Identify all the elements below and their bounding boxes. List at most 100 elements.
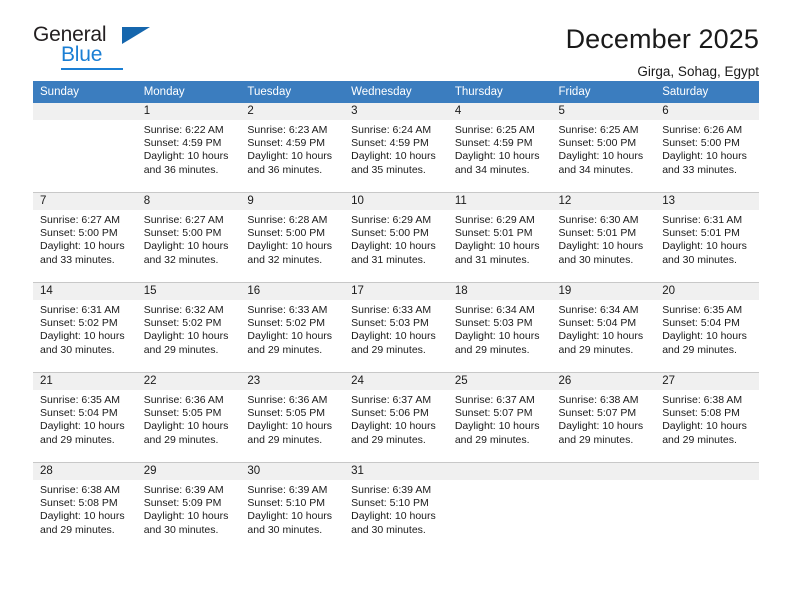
- day-number: 23: [240, 373, 345, 390]
- day-details: Sunrise: 6:23 AM Sunset: 4:59 PM Daylight:…: [240, 120, 344, 177]
- daylight-text: Daylight: 10 hours and 29 minutes.: [143, 420, 229, 446]
- daylight-text: Daylight: 10 hours and 29 minutes.: [454, 420, 540, 446]
- daylight-text: Daylight: 10 hours and 29 minutes.: [454, 330, 540, 356]
- day-cell-content: 21 Sunrise: 6:35 AM Sunset: 5:04 PM Dayligh…: [33, 373, 137, 462]
- calendar-day-cell[interactable]: 12 Sunrise: 6:30 AM Sunset: 5:01 PM Dayligh…: [551, 192, 656, 283]
- sunrise-text: Sunrise: 6:38 AM: [662, 394, 743, 406]
- day-cell-content: 23 Sunrise: 6:36 AM Sunset: 5:05 PM Dayligh…: [240, 373, 345, 462]
- day-number: 13: [655, 193, 759, 210]
- calendar-day-cell[interactable]: 26 Sunrise: 6:38 AM Sunset: 5:07 PM Dayligh…: [551, 372, 656, 463]
- sunset-text: Sunset: 5:00 PM: [40, 227, 118, 240]
- sunrise-text: Sunrise: 6:33 AM: [351, 304, 432, 316]
- day-number: 4: [447, 103, 552, 120]
- day-cell-content: 14 Sunrise: 6:31 AM Sunset: 5:02 PM Dayligh…: [33, 283, 137, 372]
- calendar-day-cell[interactable]: 29 Sunrise: 6:39 AM Sunset: 5:09 PM Dayligh…: [136, 462, 241, 552]
- calendar-day-cell[interactable]: 16 Sunrise: 6:33 AM Sunset: 5:02 PM Dayligh…: [240, 282, 345, 373]
- calendar-day-cell[interactable]: 7 Sunrise: 6:27 AM Sunset: 5:00 PM Daylight…: [33, 192, 137, 283]
- calendar-day-cell[interactable]: 3 Sunrise: 6:24 AM Sunset: 4:59 PM Daylight…: [344, 103, 448, 193]
- day-cell-content: 8 Sunrise: 6:27 AM Sunset: 5:00 PM Daylight…: [136, 193, 241, 282]
- day-details: Sunrise: 6:36 AM Sunset: 5:05 PM Daylight:…: [240, 390, 344, 447]
- calendar-day-cell[interactable]: 20 Sunrise: 6:35 AM Sunset: 5:04 PM Dayligh…: [655, 282, 759, 373]
- sunset-text: Sunset: 5:02 PM: [143, 317, 222, 330]
- calendar-day-cell[interactable]: 22 Sunrise: 6:36 AM Sunset: 5:05 PM Dayligh…: [136, 372, 241, 463]
- sunrise-text: Sunrise: 6:33 AM: [247, 304, 328, 316]
- calendar-day-cell[interactable]: 10 Sunrise: 6:29 AM Sunset: 5:00 PM Dayligh…: [344, 192, 448, 283]
- column-header-thursday: Thursday: [447, 81, 552, 103]
- general-blue-logo[interactable]: General Blue: [33, 24, 153, 72]
- calendar-day-cell[interactable]: 6 Sunrise: 6:26 AM Sunset: 5:00 PM Daylight…: [655, 103, 759, 193]
- calendar-day-cell[interactable]: 18 Sunrise: 6:34 AM Sunset: 5:03 PM Dayligh…: [447, 282, 552, 373]
- daylight-text: Daylight: 10 hours and 36 minutes.: [143, 150, 229, 176]
- sunset-text: Sunset: 5:09 PM: [143, 497, 222, 510]
- day-cell-content: 28 Sunrise: 6:38 AM Sunset: 5:08 PM Dayligh…: [33, 463, 137, 552]
- sunset-text: Sunset: 5:01 PM: [662, 227, 740, 240]
- day-cell-content: 3 Sunrise: 6:24 AM Sunset: 4:59 PM Daylight…: [344, 103, 448, 192]
- sunset-text: Sunset: 5:03 PM: [351, 317, 429, 330]
- calendar-day-cell[interactable]: 25 Sunrise: 6:37 AM Sunset: 5:07 PM Dayligh…: [447, 372, 552, 463]
- day-cell-content: 10 Sunrise: 6:29 AM Sunset: 5:00 PM Dayligh…: [344, 193, 448, 282]
- day-cell-content: 17 Sunrise: 6:33 AM Sunset: 5:03 PM Dayligh…: [344, 283, 448, 372]
- calendar-day-cell[interactable]: 9 Sunrise: 6:28 AM Sunset: 5:00 PM Daylight…: [240, 192, 345, 283]
- day-details: Sunrise: 6:32 AM Sunset: 5:02 PM Daylight:…: [137, 300, 241, 357]
- day-cell-content: 22 Sunrise: 6:36 AM Sunset: 5:05 PM Dayligh…: [136, 373, 241, 462]
- day-details: Sunrise: 6:26 AM Sunset: 5:00 PM Daylight:…: [655, 120, 759, 177]
- day-cell-content: 13 Sunrise: 6:31 AM Sunset: 5:01 PM Dayligh…: [655, 193, 759, 282]
- day-details: Sunrise: 6:33 AM Sunset: 5:02 PM Daylight:…: [240, 300, 344, 357]
- day-number: 14: [33, 283, 137, 300]
- daylight-text: Daylight: 10 hours and 29 minutes.: [558, 330, 644, 356]
- daylight-text: Daylight: 10 hours and 29 minutes.: [40, 510, 125, 536]
- day-cell-content: 5 Sunrise: 6:25 AM Sunset: 5:00 PM Daylight…: [551, 103, 656, 192]
- day-cell-content: 29 Sunrise: 6:39 AM Sunset: 5:09 PM Dayligh…: [136, 463, 241, 552]
- calendar-day-cell[interactable]: 5 Sunrise: 6:25 AM Sunset: 5:00 PM Daylight…: [551, 103, 656, 193]
- day-cell-content: 7 Sunrise: 6:27 AM Sunset: 5:00 PM Daylight…: [33, 193, 137, 282]
- calendar-day-cell[interactable]: 30 Sunrise: 6:39 AM Sunset: 5:10 PM Dayligh…: [240, 462, 345, 552]
- calendar-day-cell[interactable]: 8 Sunrise: 6:27 AM Sunset: 5:00 PM Daylight…: [136, 192, 241, 283]
- daylight-text: Daylight: 10 hours and 35 minutes.: [351, 150, 436, 176]
- daylight-text: Daylight: 10 hours and 34 minutes.: [454, 150, 540, 176]
- calendar-day-cell[interactable]: 15 Sunrise: 6:32 AM Sunset: 5:02 PM Dayligh…: [136, 282, 241, 373]
- calendar-day-cell[interactable]: 24 Sunrise: 6:37 AM Sunset: 5:06 PM Dayligh…: [344, 372, 448, 463]
- day-number: 22: [136, 373, 241, 390]
- day-details: Sunrise: 6:24 AM Sunset: 4:59 PM Daylight:…: [344, 120, 448, 177]
- sunrise-text: Sunrise: 6:24 AM: [351, 124, 432, 136]
- daylight-text: Daylight: 10 hours and 29 minutes.: [247, 330, 333, 356]
- sunset-text: Sunset: 5:00 PM: [143, 227, 222, 240]
- day-number: 7: [33, 193, 137, 210]
- day-cell-content: 2 Sunrise: 6:23 AM Sunset: 4:59 PM Daylight…: [240, 103, 345, 192]
- column-header-tuesday: Tuesday: [240, 81, 345, 103]
- calendar-day-cell[interactable]: 13 Sunrise: 6:31 AM Sunset: 5:01 PM Dayligh…: [655, 192, 759, 283]
- calendar-day-cell[interactable]: 21 Sunrise: 6:35 AM Sunset: 5:04 PM Dayligh…: [33, 372, 137, 463]
- sunrise-text: Sunrise: 6:25 AM: [558, 124, 639, 136]
- day-details: Sunrise: 6:28 AM Sunset: 5:00 PM Daylight:…: [240, 210, 344, 267]
- sunset-text: Sunset: 5:08 PM: [662, 407, 740, 420]
- day-cell-content: 16 Sunrise: 6:33 AM Sunset: 5:02 PM Dayligh…: [240, 283, 345, 372]
- calendar-day-cell[interactable]: 27 Sunrise: 6:38 AM Sunset: 5:08 PM Dayligh…: [655, 372, 759, 463]
- sunrise-text: Sunrise: 6:32 AM: [143, 304, 224, 316]
- sunrise-text: Sunrise: 6:35 AM: [662, 304, 743, 316]
- day-number: 20: [655, 283, 759, 300]
- calendar-day-cell[interactable]: 4 Sunrise: 6:25 AM Sunset: 4:59 PM Daylight…: [447, 103, 552, 193]
- day-details: Sunrise: 6:36 AM Sunset: 5:05 PM Daylight:…: [137, 390, 241, 447]
- calendar-day-cell[interactable]: 2 Sunrise: 6:23 AM Sunset: 4:59 PM Daylight…: [240, 103, 345, 193]
- calendar-day-cell[interactable]: 14 Sunrise: 6:31 AM Sunset: 5:02 PM Dayligh…: [33, 282, 137, 373]
- sunrise-text: Sunrise: 6:29 AM: [454, 214, 535, 226]
- sunset-text: Sunset: 5:10 PM: [351, 497, 429, 510]
- day-cell-content: 27 Sunrise: 6:38 AM Sunset: 5:08 PM Dayligh…: [655, 373, 759, 462]
- calendar-day-cell[interactable]: 19 Sunrise: 6:34 AM Sunset: 5:04 PM Dayligh…: [551, 282, 656, 373]
- day-cell-content: 24 Sunrise: 6:37 AM Sunset: 5:06 PM Dayligh…: [344, 373, 448, 462]
- daylight-text: Daylight: 10 hours and 31 minutes.: [454, 240, 540, 266]
- calendar-week-row: 21 Sunrise: 6:35 AM Sunset: 5:04 PM Dayligh…: [33, 372, 759, 463]
- calendar-day-cell[interactable]: 23 Sunrise: 6:36 AM Sunset: 5:05 PM Dayligh…: [240, 372, 345, 463]
- calendar-day-cell[interactable]: 31 Sunrise: 6:39 AM Sunset: 5:10 PM Dayligh…: [344, 462, 448, 552]
- calendar-day-cell[interactable]: 1 Sunrise: 6:22 AM Sunset: 4:59 PM Daylight…: [136, 103, 241, 193]
- daylight-text: Daylight: 10 hours and 32 minutes.: [247, 240, 333, 266]
- sunset-text: Sunset: 5:04 PM: [662, 317, 740, 330]
- daylight-text: Daylight: 10 hours and 33 minutes.: [662, 150, 747, 176]
- calendar-day-cell[interactable]: 17 Sunrise: 6:33 AM Sunset: 5:03 PM Dayligh…: [344, 282, 448, 373]
- day-cell-content: 11 Sunrise: 6:29 AM Sunset: 5:01 PM Dayligh…: [447, 193, 552, 282]
- calendar-day-cell[interactable]: 11 Sunrise: 6:29 AM Sunset: 5:01 PM Dayligh…: [447, 192, 552, 283]
- day-number: 16: [240, 283, 345, 300]
- sunrise-text: Sunrise: 6:36 AM: [143, 394, 224, 406]
- sunrise-text: Sunrise: 6:27 AM: [40, 214, 120, 226]
- calendar-day-cell[interactable]: 28 Sunrise: 6:38 AM Sunset: 5:08 PM Dayligh…: [33, 462, 137, 552]
